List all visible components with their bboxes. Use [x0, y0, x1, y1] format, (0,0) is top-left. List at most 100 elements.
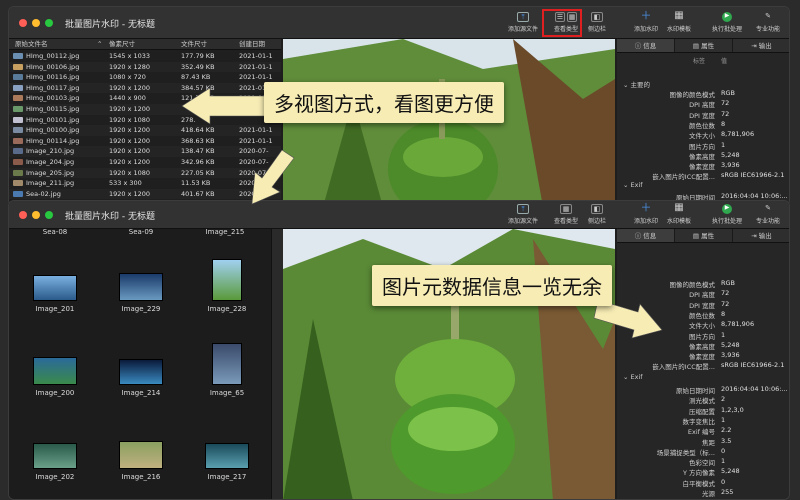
- file-name-cell: HImg_00103.jpg: [13, 93, 79, 104]
- add-source-button[interactable]: ⤒ 添加源文件: [501, 12, 545, 33]
- table-row[interactable]: Image_211.jpg 533 x 300 11.53 KB 2020-07-: [9, 178, 281, 189]
- table-row[interactable]: HImg_00103.jpg 1440 x 900 121.73 KB 2021-01…: [9, 93, 281, 104]
- zoom-button[interactable]: [45, 19, 53, 27]
- pro-features-button[interactable]: ✎ 专业功能: [746, 12, 789, 33]
- add-source-button[interactable]: ⤒ 添加源文件: [501, 204, 545, 225]
- grid-item[interactable]: Image_214: [101, 359, 181, 397]
- grid-item-label: Image_214: [121, 389, 161, 397]
- sidebar-button[interactable]: ◧ 侧边栏: [575, 12, 619, 33]
- sidebar-icon: ◧: [591, 204, 603, 214]
- file-size-cell: 177.79 KB: [181, 52, 215, 60]
- tab-info[interactable]: ⓘ 信息: [617, 229, 675, 242]
- meta-row: 嵌入图片的ICC配置... sRGB IEC61966-2.1: [617, 171, 789, 181]
- grid-item[interactable]: Image_200: [15, 357, 95, 397]
- table-row[interactable]: HImg_00116.jpg 1080 x 720 87.43 KB 2021-01-…: [9, 72, 281, 83]
- grid-item[interactable]: Image_202: [15, 443, 95, 481]
- meta-row: 测光模式 2: [617, 395, 789, 405]
- col-created-date[interactable]: 创建日期: [239, 39, 265, 50]
- thumbnail-icon: [13, 53, 23, 59]
- meta-value: RGB: [721, 279, 736, 287]
- tab-output[interactable]: ⇥ 输出: [733, 229, 789, 242]
- meta-key: 颜色位数: [689, 311, 715, 320]
- group-exif-bottom[interactable]: ⌄ Exif: [623, 373, 643, 381]
- thumbnail-image: [119, 441, 163, 469]
- grid-item[interactable]: Image_201: [15, 275, 95, 313]
- meta-value: 2: [721, 395, 726, 404]
- file-list[interactable]: 原始文件名 ⌃ 像素尺寸 文件尺寸 创建日期 HImg_00112.jpg 154…: [9, 39, 281, 205]
- thumbnail-icon: [13, 148, 23, 155]
- table-row[interactable]: HImg_00101.jpg 1920 x 1080 278.: [9, 115, 281, 126]
- file-size-cell: 384.57 KB: [181, 83, 215, 92]
- table-row[interactable]: HImg_00112.jpg 1545 x 1033 177.79 KB 2021-0…: [9, 51, 281, 62]
- table-row[interactable]: Image_205.jpg 1920 x 1080 227.05 KB 2020-07…: [9, 167, 281, 179]
- meta-value: 3,936: [721, 351, 740, 360]
- grid-item[interactable]: Image_65: [187, 343, 267, 397]
- thumbnail-grid[interactable]: Sea-08 Sea-09 Image_215 Image_201 Image_2…: [9, 228, 271, 499]
- meta-key: 像素高度: [689, 152, 715, 161]
- grid-label[interactable]: Image_215: [185, 228, 265, 236]
- table-row[interactable]: Sea-02.jpg 1920 x 1200 401.67 KB 2020-07-: [9, 188, 281, 200]
- date-cell: 2020-07-: [239, 147, 269, 156]
- grid-item-label: Image_217: [207, 473, 247, 481]
- col-pixel-size[interactable]: 像素尺寸: [109, 39, 135, 50]
- table-row[interactable]: HImg_00100.jpg 1920 x 1200 418.64 KB 2021-0…: [9, 125, 281, 136]
- properties-icon: ▤: [692, 42, 702, 50]
- meta-value: 8,781,906: [721, 130, 755, 139]
- col-filename[interactable]: 原始文件名: [15, 39, 48, 50]
- zoom-button[interactable]: [45, 211, 53, 219]
- meta-key: DPI 宽度: [689, 301, 715, 310]
- grid-item[interactable]: Image_229: [101, 273, 181, 313]
- meta-key: 嵌入图片的ICC配置...: [652, 363, 715, 372]
- pixel-size-cell: 1920 x 1200: [109, 158, 151, 166]
- date-cell: 2021-01-1: [239, 52, 273, 60]
- grid-label[interactable]: Sea-08: [15, 228, 95, 236]
- pro-features-button[interactable]: ✎ 专业功能: [746, 204, 789, 225]
- meta-row: 焦距 3.5: [617, 437, 789, 447]
- close-button[interactable]: [19, 19, 27, 27]
- pixel-size-cell: 1920 x 1200: [109, 105, 151, 113]
- group-main-top[interactable]: ⌄ 主要的: [623, 79, 650, 89]
- pixel-size-cell: 1440 x 900: [109, 94, 146, 103]
- meta-row: 颜色位数 8: [617, 120, 789, 130]
- grid-item[interactable]: Image_217: [187, 443, 267, 481]
- grid-scrollbar[interactable]: [271, 229, 283, 499]
- grid-item[interactable]: Image_228: [187, 259, 267, 313]
- watermark-template-button[interactable]: ▦ 水印模板: [657, 11, 701, 34]
- tab-info[interactable]: ⓘ 信息: [617, 39, 675, 52]
- close-button[interactable]: [19, 211, 27, 219]
- minimize-button[interactable]: [32, 19, 40, 27]
- info-icon: ⓘ: [634, 42, 644, 50]
- watermark-template-button[interactable]: ▦ 水印模板: [657, 203, 701, 226]
- table-row[interactable]: Image_204.jpg 1920 x 1200 342.96 KB 2020-07…: [9, 157, 281, 168]
- pixel-size-cell: 1080 x 720: [109, 73, 146, 82]
- group-exif-top[interactable]: ⌄ Exif: [623, 181, 643, 189]
- info-icon: ⓘ: [634, 232, 644, 240]
- table-row[interactable]: HImg_00114.jpg 1920 x 1200 368.63 KB 2021-0…: [9, 136, 281, 147]
- meta-row: Exif 编号 2.2: [617, 426, 789, 436]
- table-row[interactable]: HImg_00117.jpg 1920 x 1200 384.57 KB 2021-0…: [9, 82, 281, 94]
- file-name-cell: HImg_00106.jpg: [13, 62, 79, 73]
- table-row[interactable]: HImg_00106.jpg 1920 x 1280 352.49 KB 2021-0…: [9, 61, 281, 73]
- meta-key: 压缩配置: [689, 407, 715, 416]
- meta-key: DPI 高度: [689, 291, 715, 300]
- pixel-size-cell: 1920 x 1200: [109, 126, 151, 135]
- table-row[interactable]: Image_210.jpg 1920 x 1200 138.47 KB 2020-07…: [9, 146, 281, 157]
- table-row[interactable]: HImg_00115.jpg 1920 x 1200: [9, 104, 281, 115]
- col-file-size[interactable]: 文件尺寸: [181, 39, 207, 50]
- tab-properties[interactable]: ▤ 属性: [675, 229, 733, 242]
- run-batch-button[interactable]: ▶ 执行批处理: [705, 12, 749, 33]
- meta-key: 图像的颜色模式: [669, 91, 716, 99]
- chevron-down-icon: ⌄: [623, 373, 631, 381]
- tab-properties[interactable]: ▤ 属性: [675, 39, 733, 52]
- run-batch-button[interactable]: ▶ 执行批处理: [705, 204, 749, 225]
- file-size-cell: 278.: [181, 115, 196, 124]
- grid-item[interactable]: Image_216: [101, 441, 181, 481]
- meta-key: 数字变焦比: [682, 417, 716, 426]
- add-file-icon: ⤒: [517, 12, 529, 22]
- sidebar-button[interactable]: ◧ 侧边栏: [575, 204, 619, 225]
- meta-key: 场景捕捉类型（标...: [656, 448, 715, 457]
- minimize-button[interactable]: [32, 211, 40, 219]
- grid-label[interactable]: Sea-09: [101, 228, 181, 236]
- tab-output[interactable]: ⇥ 输出: [733, 39, 789, 52]
- meta-key: 颜色位数: [689, 121, 715, 130]
